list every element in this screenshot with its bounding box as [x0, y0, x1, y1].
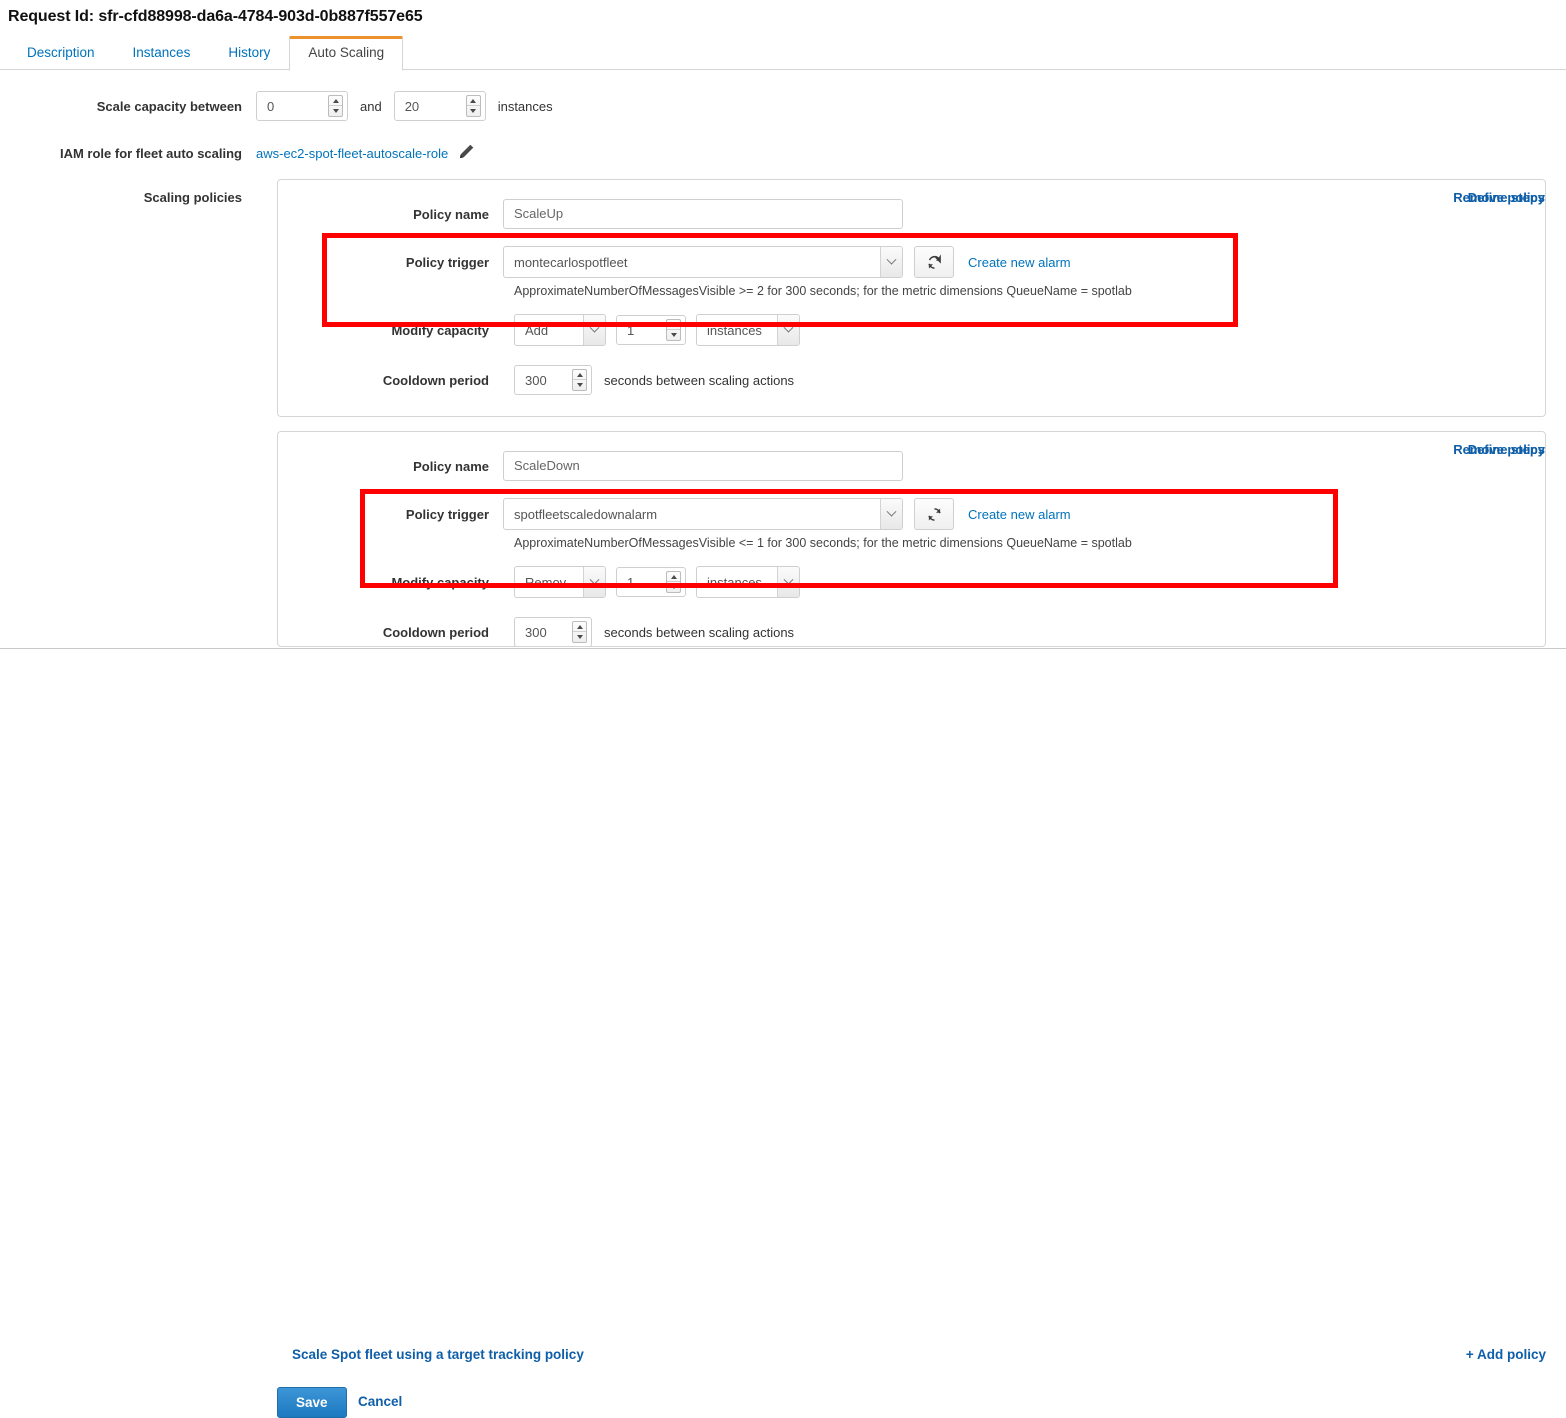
modify-capacity-label: Modify capacity — [391, 574, 489, 590]
cooldown-stepper[interactable] — [572, 369, 587, 391]
page-title: Request Id: sfr-cfd88998-da6a-4784-903d-… — [8, 8, 423, 25]
policy-name-label: Policy name — [413, 458, 489, 474]
policy-panel-scaledown: Policy name ScaleDown Remove policy Poli… — [277, 431, 1546, 647]
tab-description[interactable]: Description — [8, 36, 114, 70]
iam-role-label: IAM role for fleet auto scaling — [59, 145, 242, 161]
modify-capacity-label: Modify capacity — [391, 322, 489, 338]
stepper-up-icon[interactable] — [573, 370, 586, 380]
policy-trigger-select[interactable]: montecarlospotfleet — [503, 246, 903, 278]
modify-action-select[interactable]: Add — [514, 314, 606, 346]
iam-role-row: IAM role for fleet auto scaling aws-ec2-… — [0, 128, 1566, 178]
policy-trigger-select[interactable]: spotfleetscaledownalarm — [503, 498, 903, 530]
policy-trigger-row: Policy trigger montecarlospotfleet Creat… — [278, 242, 1545, 282]
modify-unit-select[interactable]: instances — [696, 566, 800, 598]
alarm-description: ApproximateNumberOfMessagesVisible <= 1 … — [514, 536, 1132, 550]
cooldown-value: 300 — [525, 372, 547, 388]
modify-capacity-row: Modify capacity Remov 1 instances Define… — [278, 442, 1545, 602]
max-capacity-value: 20 — [404, 98, 420, 114]
max-capacity-input[interactable]: 20 — [393, 91, 486, 121]
policy-name-input[interactable]: ScaleDown — [503, 451, 903, 481]
save-button[interactable]: Save — [277, 1387, 347, 1418]
stepper-down-icon[interactable] — [329, 106, 342, 116]
policy-panels: Policy name ScaleUp Remove policy Policy… — [0, 179, 1566, 647]
stepper-down-icon[interactable] — [667, 330, 680, 340]
stepper-up-icon[interactable] — [573, 622, 586, 632]
stepper-up-icon[interactable] — [329, 96, 342, 106]
stepper-down-icon[interactable] — [667, 582, 680, 592]
policy-name-row: Policy name ScaleDown Remove policy — [278, 442, 1545, 486]
tab-bar: Description Instances History Auto Scali… — [0, 34, 1566, 71]
tab-instances[interactable]: Instances — [114, 36, 210, 70]
cooldown-row: Cooldown period 300 seconds between scal… — [278, 612, 1545, 646]
modify-amount-input[interactable]: 1 — [616, 567, 686, 597]
stepper-down-icon[interactable] — [467, 106, 480, 116]
cooldown-label: Cooldown period — [382, 624, 489, 640]
pencil-icon[interactable] — [458, 143, 475, 163]
modify-action-select[interactable]: Remov — [514, 566, 606, 598]
policy-trigger-label: Policy trigger — [405, 254, 489, 270]
cooldown-suffix-label: seconds between scaling actions — [604, 624, 795, 640]
modify-amount-value: 1 — [627, 322, 635, 338]
cooldown-label: Cooldown period — [382, 372, 489, 388]
modify-capacity-row: Modify capacity Add 1 instances Define s… — [278, 190, 1545, 350]
modify-amount-stepper[interactable] — [666, 319, 681, 341]
policy-name-label: Policy name — [413, 206, 489, 222]
modify-amount-stepper[interactable] — [666, 571, 681, 593]
stepper-down-icon[interactable] — [573, 632, 586, 642]
cancel-link[interactable]: Cancel — [358, 1394, 402, 1409]
min-capacity-input[interactable]: 0 — [256, 91, 348, 121]
chevron-down-icon[interactable] — [880, 247, 902, 277]
policy-trigger-value: montecarlospotfleet — [514, 254, 628, 270]
stepper-down-icon[interactable] — [573, 380, 586, 390]
add-policy-link[interactable]: + Add policy — [1466, 1347, 1546, 1362]
policy-trigger-row: Policy trigger spotfleetscaledownalarm C… — [278, 494, 1545, 534]
cooldown-stepper[interactable] — [572, 621, 587, 643]
modify-action-value: Add — [525, 322, 549, 338]
chevron-down-icon[interactable] — [777, 567, 799, 597]
chevron-down-icon[interactable] — [777, 315, 799, 345]
tab-history[interactable]: History — [209, 36, 289, 70]
tab-auto-scaling[interactable]: Auto Scaling — [289, 35, 404, 71]
modify-action-value: Remov — [525, 574, 567, 590]
cooldown-input[interactable]: 300 — [514, 365, 592, 395]
define-steps-link[interactable]: Define steps — [1468, 190, 1545, 205]
stepper-up-icon[interactable] — [667, 320, 680, 330]
auto-scaling-form: Scale capacity between 0 and 20 instance… — [0, 70, 1566, 647]
cooldown-value: 300 — [525, 624, 547, 640]
refresh-icon[interactable] — [914, 498, 954, 530]
modify-unit-value: instances — [707, 574, 762, 590]
modify-unit-value: instances — [707, 322, 762, 338]
max-capacity-stepper[interactable] — [465, 95, 481, 117]
modify-unit-select[interactable]: instances — [696, 314, 800, 346]
target-tracking-policy-link[interactable]: Scale Spot fleet using a target tracking… — [292, 1347, 584, 1362]
policy-name-input[interactable]: ScaleUp — [503, 199, 903, 229]
refresh-icon[interactable] — [914, 246, 954, 278]
policy-name-row: Policy name ScaleUp Remove policy — [278, 190, 1545, 234]
cooldown-row: Cooldown period 300 seconds between scal… — [278, 360, 1545, 400]
define-steps-link[interactable]: Define steps — [1468, 442, 1545, 457]
screenshot-stitch-line — [0, 648, 1566, 649]
create-new-alarm-link[interactable]: Create new alarm — [968, 255, 1071, 270]
stepper-up-icon[interactable] — [667, 572, 680, 582]
scale-capacity-label: Scale capacity between — [96, 98, 242, 114]
chevron-down-icon[interactable] — [583, 567, 605, 597]
modify-amount-input[interactable]: 1 — [616, 315, 686, 345]
capacity-unit-label: instances — [497, 98, 553, 114]
modify-amount-value: 1 — [627, 574, 635, 590]
iam-role-link[interactable]: aws-ec2-spot-fleet-autoscale-role — [256, 146, 448, 161]
min-capacity-stepper[interactable] — [328, 95, 343, 117]
scale-capacity-row: Scale capacity between 0 and 20 instance… — [0, 84, 1566, 128]
cooldown-input[interactable]: 300 — [514, 617, 592, 646]
policy-trigger-value: spotfleetscaledownalarm — [514, 506, 658, 522]
policy-trigger-label: Policy trigger — [405, 506, 489, 522]
policy-panel-scaleup: Policy name ScaleUp Remove policy Policy… — [277, 179, 1546, 417]
capacity-and-label: and — [360, 98, 382, 114]
cooldown-suffix-label: seconds between scaling actions — [604, 372, 795, 388]
chevron-down-icon[interactable] — [583, 315, 605, 345]
alarm-description: ApproximateNumberOfMessagesVisible >= 2 … — [514, 284, 1132, 298]
chevron-down-icon[interactable] — [880, 499, 902, 529]
create-new-alarm-link[interactable]: Create new alarm — [968, 507, 1071, 522]
stepper-up-icon[interactable] — [466, 96, 480, 106]
min-capacity-value: 0 — [267, 98, 275, 114]
